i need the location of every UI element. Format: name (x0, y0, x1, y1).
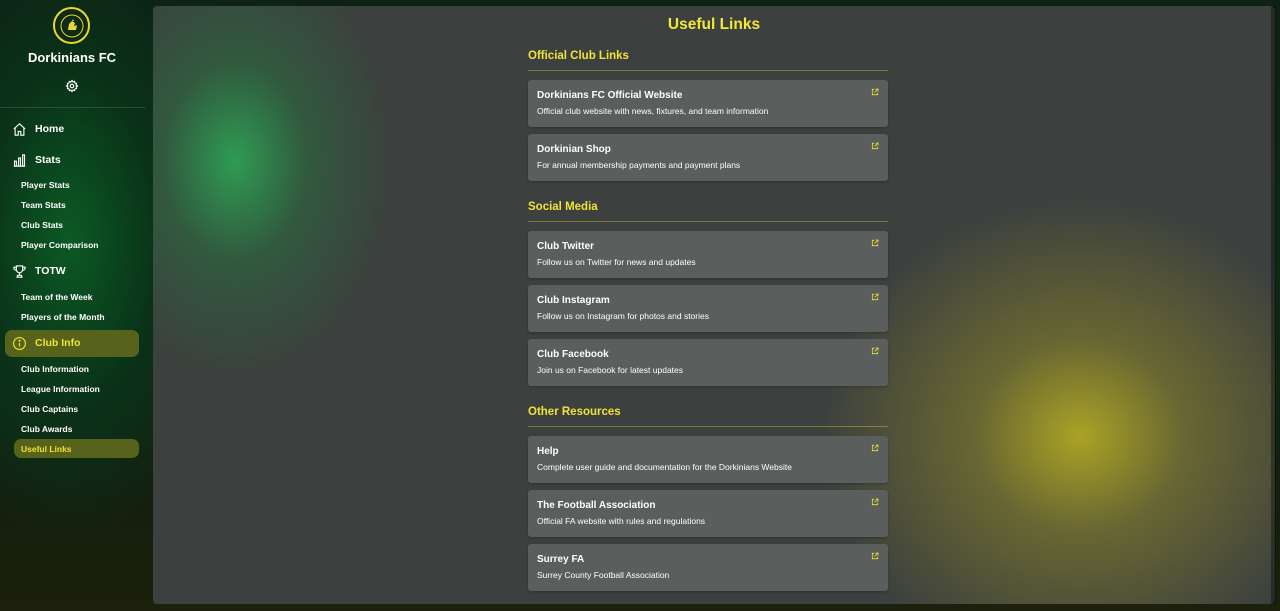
link-card-help[interactable]: Help Complete user guide and documentati… (528, 436, 888, 483)
bar-chart-icon (13, 153, 26, 167)
link-description: Join us on Facebook for latest updates (537, 365, 684, 375)
nav-sub-club-awards[interactable]: Club Awards (21, 424, 72, 434)
section-divider (528, 70, 888, 71)
link-description: Official club website with news, fixture… (537, 106, 769, 116)
nav-sub-team-of-the-week[interactable]: Team of the Week (21, 292, 92, 302)
main-content: Useful Links Official Club Links Dorkini… (153, 6, 1275, 604)
link-description: Complete user guide and documentation fo… (537, 462, 792, 472)
link-card-club-facebook[interactable]: Club Facebook Join us on Facebook for la… (528, 339, 888, 386)
link-title: The Football Association (537, 500, 656, 511)
nav-sub-players-of-the-month[interactable]: Players of the Month (21, 312, 105, 322)
nav-sub-club-captains[interactable]: Club Captains (21, 404, 78, 414)
sidebar: Dorkinians FC Home Stats Player Stats Te… (0, 0, 148, 611)
gear-icon (64, 78, 79, 93)
link-card-dorkinian-shop[interactable]: Dorkinian Shop For annual membership pay… (528, 134, 888, 181)
external-link-icon (871, 293, 879, 301)
home-icon (13, 122, 26, 136)
link-title: Club Twitter (537, 241, 595, 252)
app-window: Dorkinians FC Home Stats Player Stats Te… (0, 0, 1280, 611)
link-card-football-association[interactable]: The Football Association Official FA web… (528, 490, 888, 537)
section-title-other: Other Resources (528, 406, 621, 418)
nav-sub-team-stats[interactable]: Team Stats (21, 200, 66, 210)
info-icon (13, 336, 26, 350)
nav-label-stats: Stats (35, 154, 61, 166)
section-divider (528, 426, 888, 427)
external-link-icon (871, 142, 879, 150)
link-description: Surrey County Football Association (537, 570, 670, 580)
link-title: Help (537, 446, 559, 457)
section-title-social: Social Media (528, 201, 598, 213)
link-card-surrey-fa[interactable]: Surrey FA Surrey County Football Associa… (528, 544, 888, 591)
vertical-scrollbar[interactable] (1271, 6, 1276, 604)
link-description: Follow us on Twitter for news and update… (537, 257, 696, 267)
page-title: Useful Links (667, 16, 761, 33)
nav-sub-useful-links[interactable]: Useful Links (21, 444, 72, 454)
link-card-club-twitter[interactable]: Club Twitter Follow us on Twitter for ne… (528, 231, 888, 278)
link-description: Follow us on Instagram for photos and st… (537, 311, 709, 321)
nav-label-home: Home (35, 123, 65, 135)
link-card-official-website[interactable]: Dorkinians FC Official Website Official … (528, 80, 888, 127)
link-title: Surrey FA (537, 554, 585, 565)
link-title: Dorkinian Shop (537, 144, 611, 155)
link-title: Dorkinians FC Official Website (537, 90, 683, 101)
link-card-club-instagram[interactable]: Club Instagram Follow us on Instagram fo… (528, 285, 888, 332)
nav-label-club-info: Club Info (35, 337, 81, 349)
link-title: Club Instagram (537, 295, 610, 306)
external-link-icon (871, 239, 879, 247)
club-name: Dorkinians FC (27, 50, 117, 65)
nav-label-totw: TOTW (35, 265, 66, 277)
section-title-official: Official Club Links (528, 50, 629, 62)
nav-item-home[interactable]: Home (12, 119, 64, 139)
external-link-icon (871, 498, 879, 506)
trophy-icon (13, 264, 26, 278)
nav-sub-club-stats[interactable]: Club Stats (21, 220, 63, 230)
nav-sub-league-information[interactable]: League Information (21, 384, 100, 394)
settings-button[interactable] (63, 77, 80, 94)
link-description: For annual membership payments and payme… (537, 160, 741, 170)
external-link-icon (871, 444, 879, 452)
nav-item-stats[interactable]: Stats (12, 150, 61, 170)
external-link-icon (871, 88, 879, 96)
section-divider (528, 221, 888, 222)
nav-item-totw[interactable]: TOTW (12, 261, 66, 281)
link-description: Official FA website with rules and regul… (537, 516, 706, 526)
external-link-icon (871, 552, 879, 560)
nav-sub-player-stats[interactable]: Player Stats (21, 180, 70, 190)
link-title: Club Facebook (537, 349, 609, 360)
sidebar-divider (0, 107, 146, 108)
nav-sub-player-comparison[interactable]: Player Comparison (21, 240, 98, 250)
nav-item-club-info[interactable]: Club Info (12, 333, 81, 353)
external-link-icon (871, 347, 879, 355)
club-crest-logo[interactable] (53, 7, 90, 44)
nav-sub-club-information[interactable]: Club Information (21, 364, 89, 374)
